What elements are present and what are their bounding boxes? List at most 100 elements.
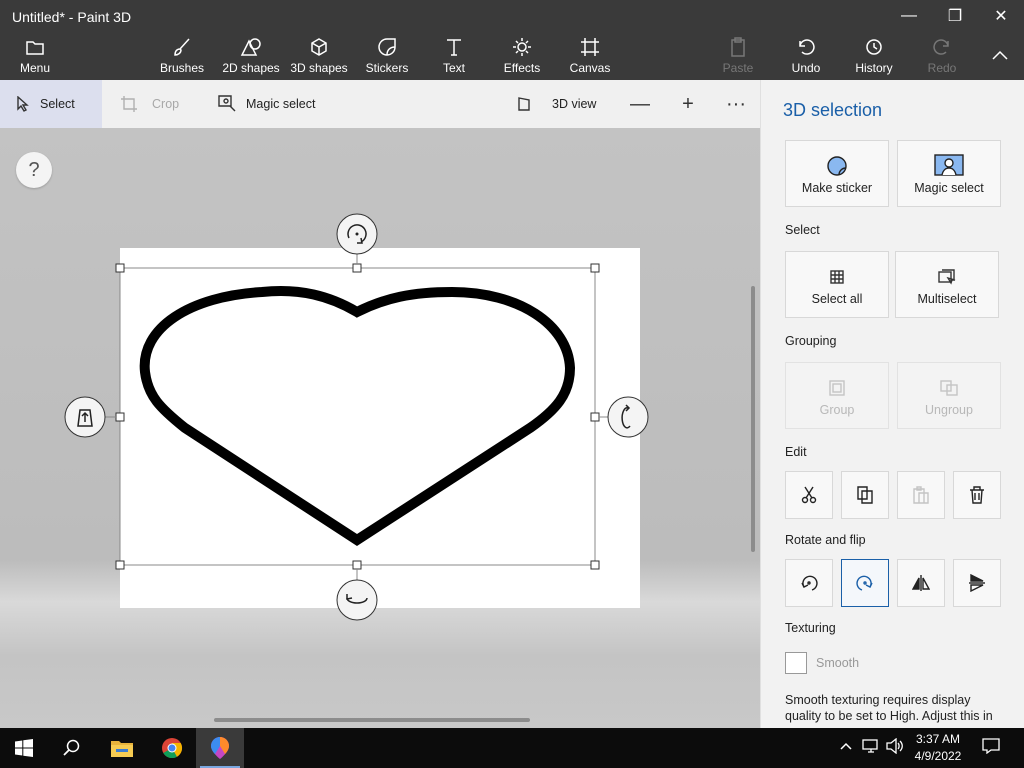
clipboard-icon [727,36,749,58]
resize-handle-top[interactable] [352,263,362,273]
ungroup-label: Ungroup [925,402,973,417]
cursor-icon [17,96,29,112]
notification-icon [982,738,1000,755]
3d-view-toggle[interactable]: 3D view [518,80,596,128]
depth-push-handle-icon[interactable] [64,396,106,438]
sticker-icon [376,36,398,58]
crop-label: Crop [152,97,180,111]
multiselect-button[interactable]: Multiselect [895,251,999,318]
canvas-button[interactable]: Canvas [568,36,612,78]
delete-button[interactable] [953,471,1001,519]
heart-shape[interactable] [139,285,576,546]
trash-icon [970,486,984,504]
menu-button[interactable]: Menu [14,36,56,78]
text-button[interactable]: Text [438,36,470,78]
effects-button[interactable]: Effects [502,36,542,78]
paste-button[interactable]: Paste [720,36,756,78]
resize-handle-bottom-left[interactable] [115,560,125,570]
select-all-icon [829,264,845,290]
minimize-button[interactable]: — [886,0,932,32]
speaker-icon [886,737,903,755]
chrome-button[interactable] [148,728,196,768]
search-button[interactable] [48,728,96,768]
taskbar: 3:37 AM 4/9/2022 [0,728,1024,768]
zoom-out-button[interactable]: — [624,88,656,120]
network-button[interactable] [862,738,880,757]
grouping-section-label: Grouping [785,334,837,348]
flip-horizontal-button[interactable] [897,559,945,607]
stickers-label: Stickers [365,61,409,75]
show-hidden-icons-button[interactable] [840,738,852,754]
copy-icon [857,486,873,504]
paste-panel-button[interactable] [897,471,945,519]
rotate-left-button[interactable] [785,559,833,607]
history-label: History [855,61,893,75]
ungroup-icon [940,375,958,401]
network-icon [862,739,878,753]
action-center-button[interactable] [982,738,1000,757]
close-button[interactable]: ✕ [978,0,1024,32]
select-tool[interactable]: Select [0,80,102,128]
smooth-checkbox[interactable] [785,652,807,674]
minus-icon: — [630,92,650,115]
volume-button[interactable] [886,737,904,757]
3d-shapes-button[interactable]: 3D shapes [290,36,348,78]
horizontal-scrollbar[interactable] [214,718,530,722]
ungroup-button[interactable]: Ungroup [897,362,1001,429]
stickers-button[interactable]: Stickers [364,36,410,78]
more-options-button[interactable]: ··· [720,88,752,120]
rotate-x-handle-icon[interactable] [336,579,378,621]
restore-icon: ❐ [947,8,963,25]
brushes-label: Brushes [159,61,205,75]
cut-button[interactable] [785,471,833,519]
crop-tool[interactable]: Crop [120,80,179,128]
canvas-workspace[interactable]: ? [0,128,760,728]
redo-button[interactable]: Redo [926,36,958,78]
restore-button[interactable]: ❐ [932,0,978,32]
resize-handle-bottom-right[interactable] [590,560,600,570]
brushes-button[interactable]: Brushes [158,36,206,78]
canvas-label: Canvas [569,61,611,75]
selection-overlay [64,213,649,621]
resize-handle-left[interactable] [115,412,125,422]
chrome-icon [162,738,183,759]
chevron-up-icon [989,44,1011,66]
file-explorer-button[interactable] [98,728,146,768]
file-explorer-icon [111,741,133,757]
window-title: Untitled* - Paint 3D [12,9,132,25]
flip-vertical-icon [969,574,985,592]
history-button[interactable]: History [852,36,896,78]
magic-select-label: Magic select [246,97,316,111]
paint3d-taskbar-button[interactable] [196,728,244,768]
resize-handle-top-left[interactable] [115,263,125,273]
crop-icon [121,96,137,112]
flip-horizontal-icon [912,575,930,591]
3d-shapes-label: 3D shapes [290,61,348,75]
start-button[interactable] [0,728,48,768]
rotate-right-button[interactable] [841,559,889,607]
magic-select-panel-button[interactable]: Magic select [897,140,1001,207]
zoom-in-button[interactable]: + [672,88,704,120]
rotate-y-handle-icon[interactable] [607,396,649,438]
select-all-button[interactable]: Select all [785,251,889,318]
folder-icon [24,36,46,58]
resize-handle-top-right[interactable] [590,263,600,273]
copy-button[interactable] [841,471,889,519]
rotate-z-handle-icon[interactable] [336,213,378,255]
text-icon [443,36,465,58]
vertical-scrollbar[interactable] [751,286,755,552]
group-button[interactable]: Group [785,362,889,429]
rotate-right-icon [856,575,873,591]
texturing-section-label: Texturing [785,621,836,635]
undo-button[interactable]: Undo [788,36,824,78]
resize-handle-right[interactable] [590,412,600,422]
taskbar-clock[interactable]: 3:37 AM 4/9/2022 [910,731,966,765]
3d-view-label: 3D view [552,97,597,111]
magic-select-tool[interactable]: Magic select [218,80,315,128]
rotate-flip-section-label: Rotate and flip [785,533,866,547]
resize-handle-bottom[interactable] [352,560,362,570]
2d-shapes-button[interactable]: 2D shapes [222,36,280,78]
make-sticker-button[interactable]: Make sticker [785,140,889,207]
flip-vertical-button[interactable] [953,559,1001,607]
title-bar: Untitled* - Paint 3D — ❐ ✕ Menu Brushes … [0,0,1024,80]
